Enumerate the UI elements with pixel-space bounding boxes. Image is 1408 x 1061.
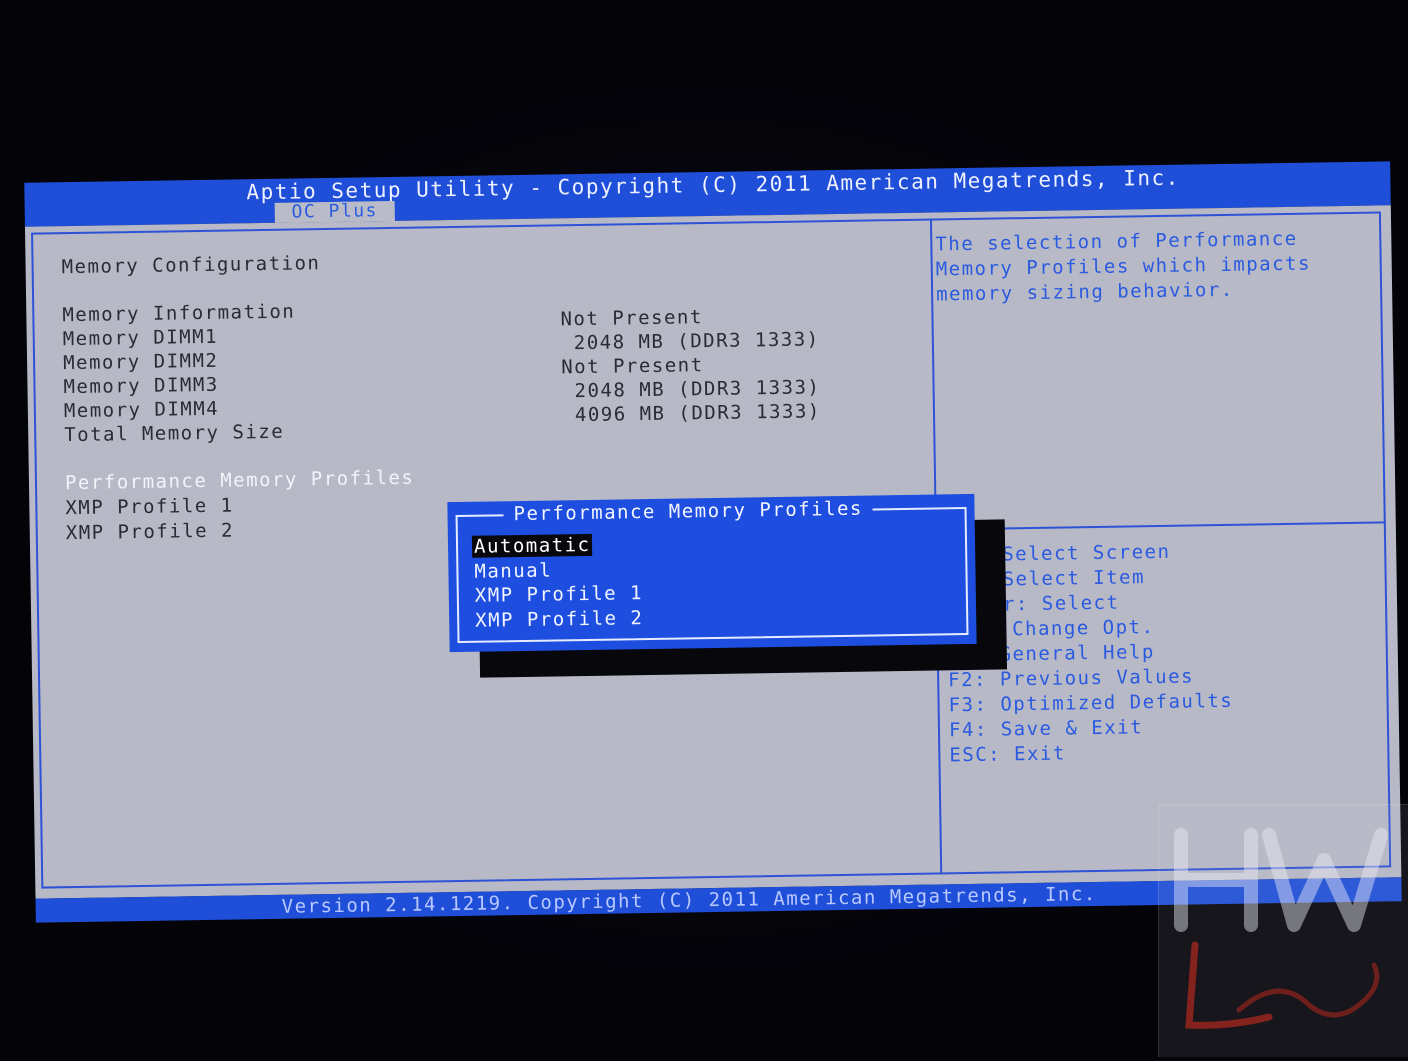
popup-option-manual[interactable]: Manual: [474, 560, 552, 583]
info-label-dimm2: Memory DIMM2: [62, 349, 219, 375]
info-value-dimm3: Not Present: [561, 354, 704, 379]
popup-option-automatic[interactable]: Automatic: [471, 533, 593, 558]
help-description: The selection of Performance Memory Prof…: [935, 227, 1312, 306]
info-label-dimm4: Memory DIMM4: [63, 397, 220, 423]
options-popup: Performance Memory Profiles Automatic Ma…: [447, 493, 977, 653]
popup-option-xmp-profile-1[interactable]: XMP Profile 1: [475, 582, 644, 607]
info-label-memory-information: Memory Information: [62, 300, 296, 327]
info-value-dimm2: 2048 MB (DDR3 1333): [560, 328, 820, 355]
info-label-dimm1: Memory DIMM1: [62, 325, 219, 351]
setting-xmp-profile-1[interactable]: XMP Profile 1: [65, 495, 234, 520]
info-value-dimm1: Not Present: [560, 306, 703, 331]
key-esc-exit: ESC: Exit: [949, 742, 1066, 767]
main-panel: Memory Configuration Memory Information …: [24, 205, 1402, 899]
key-optimized-defaults: F3: Optimized Defaults: [948, 689, 1234, 717]
key-select-screen: Select Screen: [1002, 540, 1171, 566]
tab-oc-plus[interactable]: OC Plus: [274, 200, 395, 223]
info-label-total-memory: Total Memory Size: [64, 420, 285, 447]
watermark-logo: [1158, 804, 1408, 1057]
hw-legend-logo-icon: [1174, 828, 1388, 1029]
popup-option-xmp-profile-2[interactable]: XMP Profile 2: [475, 607, 644, 632]
key-enter-select: r: Select: [1002, 591, 1120, 616]
key-save-exit: F4: Save & Exit: [948, 716, 1144, 742]
section-title: Memory Configuration: [61, 252, 321, 279]
setting-xmp-profile-2[interactable]: XMP Profile 2: [66, 520, 235, 545]
key-select-item: Select Item: [1002, 566, 1146, 591]
info-value-total-memory: 4096 MB (DDR3 1333): [561, 400, 821, 427]
info-value-dimm4: 2048 MB (DDR3 1333): [561, 376, 821, 403]
info-label-dimm3: Memory DIMM3: [63, 373, 219, 399]
